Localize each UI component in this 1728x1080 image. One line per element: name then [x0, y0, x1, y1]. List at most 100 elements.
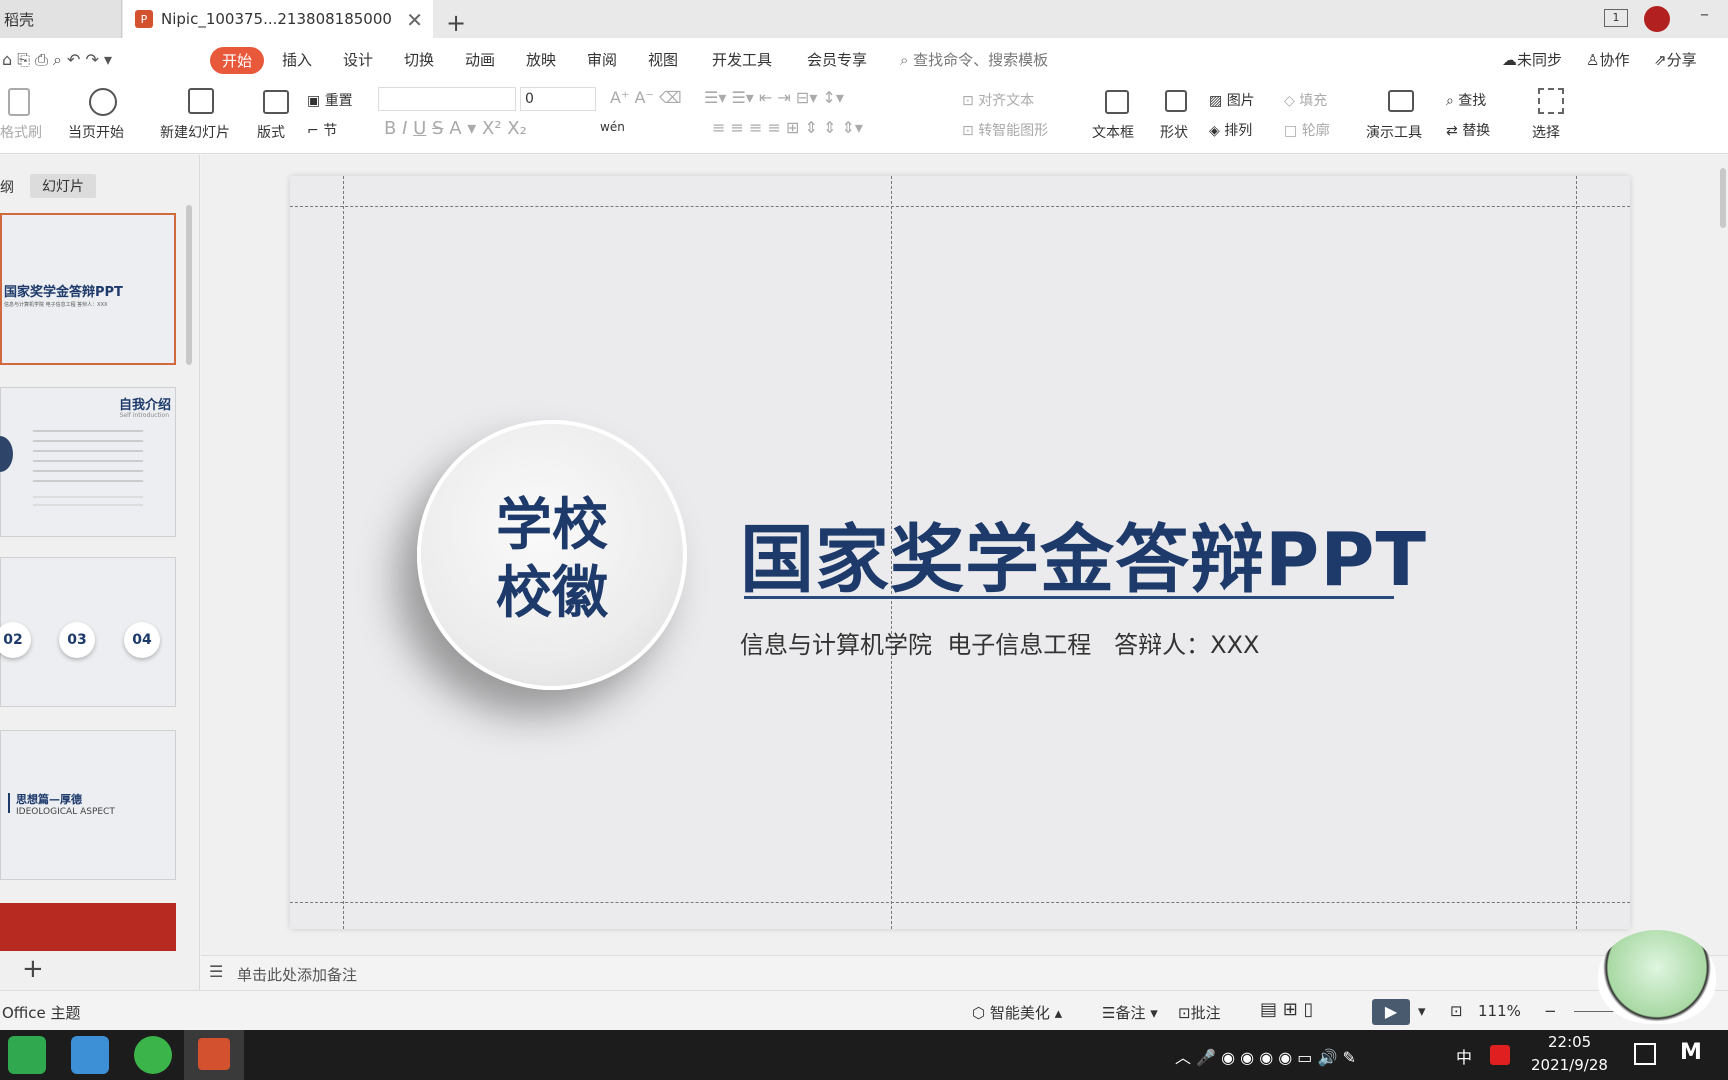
align-text-button[interactable]: ⊡ 对齐文本: [962, 90, 1034, 110]
find-button[interactable]: ⌕ 查找: [1446, 90, 1486, 110]
sogou-icon[interactable]: [1490, 1045, 1510, 1065]
picture-button[interactable]: ▨ 图片: [1209, 90, 1255, 110]
slide-thumbnail-1[interactable]: 国家奖学金答辩PPT 信息与计算机学院 电子信息工程 答辩人：XXX: [0, 213, 176, 365]
tab-outline[interactable]: 纲: [0, 177, 14, 197]
tray-icons[interactable]: ︿ 🎤 ◉ ◉ ◉ ◉ ▭ 🔊 ✎: [1175, 1044, 1356, 1068]
window-page-indicator[interactable]: 1: [1604, 9, 1628, 27]
font-style-icons[interactable]: B I U S A ▾ X² X₂: [384, 118, 527, 139]
wechat-icon[interactable]: [134, 1036, 172, 1074]
format-brush-button[interactable]: 格式刷: [0, 122, 42, 142]
notes-icon: ☰: [209, 962, 224, 981]
comment-button[interactable]: ⊡批注: [1178, 1002, 1221, 1023]
status-bar: Office 主题 ⬡ 智能美化 ▴ ☰备注 ▾ ⊡批注 ▤ ⊞ ▯ ▶ ▾ ⊡…: [0, 990, 1728, 1030]
tab-slides[interactable]: 幻灯片: [30, 174, 96, 198]
title-underline: [744, 596, 1394, 599]
menu-view[interactable]: 视图: [648, 49, 678, 70]
phonetic-button[interactable]: wén: [600, 120, 625, 134]
canvas-scrollbar[interactable]: [1720, 168, 1726, 228]
menu-animation[interactable]: 动画: [465, 49, 495, 70]
search-placeholder: 查找命令、搜索模板: [913, 51, 1049, 69]
clock-date: 2021/9/28: [1531, 1056, 1608, 1074]
font-size-select[interactable]: 0: [520, 87, 596, 111]
school-badge[interactable]: 学校 校徽: [417, 420, 687, 690]
fill-icon: ◇: [1284, 93, 1300, 109]
avatar[interactable]: [1644, 6, 1670, 32]
slide-thumbnail-2[interactable]: 自我介绍 Self introduction: [0, 387, 176, 537]
align-text-icon: ⊡: [962, 93, 979, 109]
fit-window-icon[interactable]: ⊡: [1450, 1002, 1463, 1020]
menu-insert[interactable]: 插入: [282, 49, 312, 70]
slideshow-play-button[interactable]: ▶: [1372, 999, 1410, 1025]
thumb-subtitle: Self introduction: [119, 412, 169, 419]
new-slide-button[interactable]: 新建幻灯片: [160, 122, 230, 142]
menu-review[interactable]: 审阅: [587, 49, 617, 70]
zoom-slider[interactable]: [1574, 1011, 1614, 1012]
slide-thumbnail-5[interactable]: [0, 903, 176, 951]
view-mode-icons[interactable]: ▤ ⊞ ▯: [1260, 999, 1313, 1020]
slide-subtitle[interactable]: 信息与计算机学院 电子信息工程 答辩人：XXX: [740, 625, 1259, 660]
tab-document[interactable]: P Nipic_100375...213808185000 ✕: [123, 0, 433, 38]
menu-member[interactable]: 会员专享: [807, 49, 867, 70]
new-tab-button[interactable]: +: [446, 4, 466, 42]
notes-bar[interactable]: ☰ 单击此处添加备注: [201, 955, 1728, 990]
present-tool-button[interactable]: 演示工具: [1366, 122, 1422, 142]
slide-title[interactable]: 国家奖学金答辩PPT: [740, 500, 1427, 607]
textbox-button[interactable]: 文本框: [1092, 122, 1134, 142]
picture-icon: ▨: [1209, 93, 1227, 109]
play-dropdown-icon[interactable]: ▾: [1418, 1002, 1426, 1020]
share-button[interactable]: ⇗分享: [1654, 49, 1697, 70]
slide-thumbnail-3[interactable]: 02 03 04: [0, 557, 176, 707]
fill-button[interactable]: ◇ 填充: [1284, 90, 1327, 110]
smart-shape-button[interactable]: ⊡ 转智能图形: [962, 120, 1048, 140]
notes-toggle-label: 备注: [1115, 1004, 1146, 1022]
reset-button[interactable]: ▣ 重置: [307, 90, 353, 110]
zoom-level[interactable]: 111%: [1478, 1002, 1521, 1020]
notification-icon[interactable]: [1634, 1043, 1656, 1065]
app-logo-icon[interactable]: M: [1680, 1040, 1702, 1065]
font-grow-icons[interactable]: A⁺ A⁻ ⌫: [610, 88, 682, 107]
shape-button[interactable]: 形状: [1160, 122, 1188, 142]
menu-show[interactable]: 放映: [526, 49, 556, 70]
browser-icon[interactable]: [8, 1036, 46, 1074]
command-search[interactable]: ⌕ 查找命令、搜索模板: [900, 49, 1048, 70]
collab-button[interactable]: ♙协作: [1586, 49, 1629, 70]
arrange-button[interactable]: ◈ 排列: [1209, 120, 1252, 140]
outline-button[interactable]: □ 轮廓: [1284, 120, 1330, 140]
menu-switch[interactable]: 切换: [404, 49, 434, 70]
play-current-button[interactable]: 当页开始: [68, 122, 124, 142]
ime-indicator[interactable]: 中: [1456, 1044, 1472, 1068]
section-button[interactable]: ⌐ 节: [307, 120, 337, 140]
share-label: 分享: [1666, 51, 1697, 69]
list-icons[interactable]: ☰▾ ☰▾ ⇤ ⇥ ⊟▾ ↕▾: [704, 88, 844, 107]
layout-button[interactable]: 版式: [257, 122, 285, 142]
beautify-label: 智能美化: [989, 1004, 1050, 1022]
slide-thumbnail-4[interactable]: 思想篇—厚德 IDEOLOGICAL ASPECT: [0, 730, 176, 880]
theme-label: Office 主题: [2, 1004, 81, 1022]
menu-design[interactable]: 设计: [343, 49, 373, 70]
minimize-icon[interactable]: –: [1700, 4, 1709, 25]
guide-line: [1576, 176, 1577, 929]
thumb-subtitle: 信息与计算机学院 电子信息工程 答辩人：XXX: [4, 302, 108, 308]
tab-docer[interactable]: 稻壳: [0, 0, 122, 38]
wps-taskbar-item[interactable]: [184, 1030, 244, 1080]
sync-status[interactable]: ☁未同步: [1502, 49, 1562, 70]
app-icon[interactable]: [71, 1036, 109, 1074]
menu-dev-tools[interactable]: 开发工具: [712, 49, 772, 70]
replace-button[interactable]: ⇄ 替换: [1446, 120, 1490, 140]
thumb-title: 自我介绍: [118, 398, 171, 413]
menu-start[interactable]: 开始: [210, 47, 265, 74]
font-family-select[interactable]: [378, 87, 516, 111]
smart-shape-label: 转智能图形: [978, 123, 1049, 139]
select-button[interactable]: 选择: [1532, 122, 1560, 142]
quick-access-icons[interactable]: ⌂ ⎘ ⎙ ⌕ ↶ ↷ ▾: [2, 50, 112, 70]
panel-scrollbar[interactable]: [186, 205, 192, 365]
clock-time: 22:05: [1548, 1033, 1592, 1051]
beautify-button[interactable]: ⬡ 智能美化 ▴: [972, 1002, 1062, 1023]
zoom-out-icon[interactable]: −: [1544, 1002, 1557, 1020]
guide-line: [290, 902, 1630, 903]
close-tab-icon[interactable]: ✕: [406, 8, 423, 32]
tab-label: Nipic_100375...213808185000: [161, 10, 392, 28]
add-slide-button[interactable]: +: [22, 954, 44, 984]
notes-toggle[interactable]: ☰备注 ▾: [1102, 1002, 1158, 1023]
align-icons[interactable]: ≡ ≡ ≡ ≡ ⊞ ⇕ ⇕ ⇕▾: [712, 118, 863, 137]
